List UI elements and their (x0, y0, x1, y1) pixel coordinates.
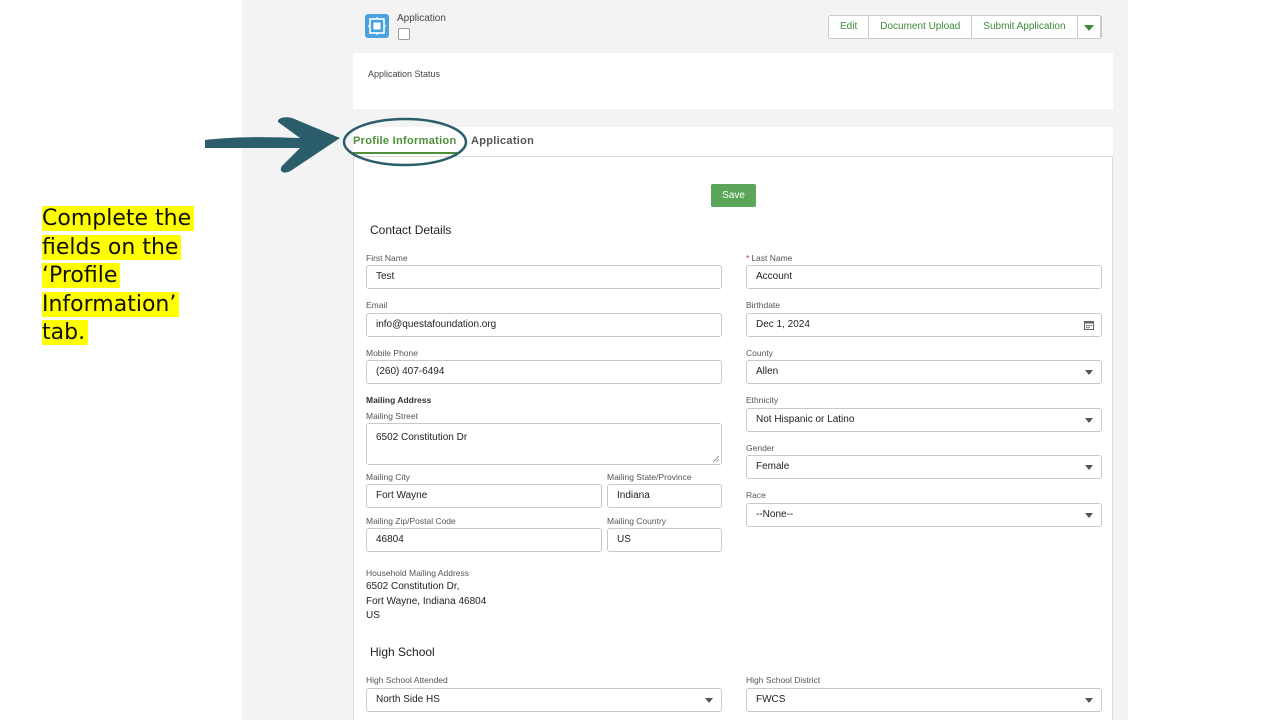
gender-label: Gender (746, 443, 775, 453)
mobile-phone-input[interactable]: (260) 407-6494 (366, 360, 722, 384)
high-school-attended-select[interactable]: North Side HS (366, 688, 722, 712)
mailing-city-input[interactable]: Fort Wayne (366, 484, 602, 508)
required-marker: * (746, 253, 750, 263)
chevron-down-icon (1085, 513, 1093, 518)
high-school-attended-label: High School Attended (366, 675, 448, 685)
more-actions-dropdown[interactable] (1078, 16, 1101, 38)
callout-line: Complete the (42, 206, 195, 231)
callout-line: Information’ (42, 291, 180, 317)
record-type-label: Application (397, 13, 446, 24)
ethnicity-label: Ethnicity (746, 395, 779, 405)
email-input[interactable]: info@questafoundation.org (366, 313, 722, 337)
address-line: Fort Wayne, Indiana 46804 (366, 595, 487, 607)
email-label: Email (366, 300, 388, 310)
tab-profile-information[interactable]: Profile Information (353, 135, 458, 154)
mailing-state-label: Mailing State/Province (607, 472, 692, 482)
chevron-down-icon (705, 698, 713, 703)
status-panel: Application Status (353, 53, 1113, 109)
calendar-icon[interactable] (1084, 320, 1094, 330)
chevron-down-icon (1085, 465, 1093, 470)
chevron-down-icon (1085, 370, 1093, 375)
household-address-value: 6502 Constitution Dr, Fort Wayne, Indian… (366, 580, 486, 624)
high-school-attended-value: North Side HS (376, 694, 440, 705)
mailing-zip-input[interactable]: 46804 (366, 528, 602, 552)
high-school-district-select[interactable]: FWCS (746, 688, 1102, 712)
race-select[interactable]: --None-- (746, 503, 1102, 527)
app-screenshot: Application Edit Document Upload Submit … (242, 0, 1128, 720)
high-school-district-label: High School District (746, 675, 821, 685)
address-line: US (366, 610, 380, 621)
callout-line: tab. (42, 320, 89, 345)
race-value: --None-- (756, 509, 794, 520)
instruction-callout: Complete the fields on the ‘Profile Info… (42, 205, 217, 348)
document-upload-button[interactable]: Document Upload (869, 16, 973, 38)
mailing-city-label: Mailing City (366, 472, 410, 482)
mailing-street-label: Mailing Street (366, 411, 418, 421)
first-name-label: First Name (366, 253, 408, 263)
tab-application[interactable]: Application (471, 135, 534, 147)
last-name-label: * Last Name (746, 253, 792, 263)
first-name-input[interactable]: Test (366, 265, 722, 289)
record-grid-icon (365, 14, 389, 38)
edit-button[interactable]: Edit (829, 16, 870, 38)
record-header: Application Edit Document Upload Submit … (365, 12, 1105, 48)
county-select[interactable]: Allen (746, 360, 1102, 384)
address-line: 6502 Constitution Dr, (366, 581, 460, 592)
mailing-street-value: 6502 Constitution Dr (376, 432, 468, 443)
birthdate-input[interactable]: Dec 1, 2024 (746, 313, 1102, 337)
high-school-heading: High School (370, 645, 435, 659)
submit-application-button[interactable]: Submit Application (972, 16, 1078, 38)
mailing-address-heading: Mailing Address (366, 395, 432, 405)
mailing-zip-label: Mailing Zip/Postal Code (366, 516, 456, 526)
chevron-down-icon (1085, 418, 1093, 423)
contact-details-heading: Contact Details (370, 223, 452, 237)
callout-line: ‘Profile (42, 263, 121, 288)
mailing-street-textarea[interactable]: 6502 Constitution Dr (366, 423, 722, 465)
high-school-district-value: FWCS (756, 694, 786, 705)
callout-line: fields on the (42, 234, 182, 260)
county-label: County (746, 348, 773, 358)
gender-value: Female (756, 461, 790, 472)
ethnicity-value: Not Hispanic or Latino (756, 414, 855, 425)
profile-form: Save Contact Details First Name Test * La… (353, 157, 1113, 720)
last-name-label-text: Last Name (751, 253, 793, 263)
household-address-label: Household Mailing Address (366, 568, 470, 578)
record-action-group: Edit Document Upload Submit Application (828, 15, 1102, 39)
mailing-country-input[interactable]: US (607, 528, 722, 552)
resize-grip-icon[interactable] (712, 455, 719, 462)
mailing-country-label: Mailing Country (607, 516, 667, 526)
record-checkbox[interactable] (398, 28, 410, 40)
race-label: Race (746, 490, 766, 500)
ethnicity-select[interactable]: Not Hispanic or Latino (746, 408, 1102, 432)
birthdate-label: Birthdate (746, 300, 781, 310)
save-button[interactable]: Save (711, 184, 756, 207)
last-name-input[interactable]: Account (746, 265, 1102, 289)
chevron-down-icon (1085, 698, 1093, 703)
mobile-phone-label: Mobile Phone (366, 348, 418, 358)
birthdate-value: Dec 1, 2024 (756, 319, 810, 330)
tab-bar: Profile Information Application (353, 127, 1113, 157)
application-status-label: Application Status (368, 69, 441, 79)
county-value: Allen (756, 366, 779, 377)
gender-select[interactable]: Female (746, 455, 1102, 479)
mailing-state-input[interactable]: Indiana (607, 484, 722, 508)
